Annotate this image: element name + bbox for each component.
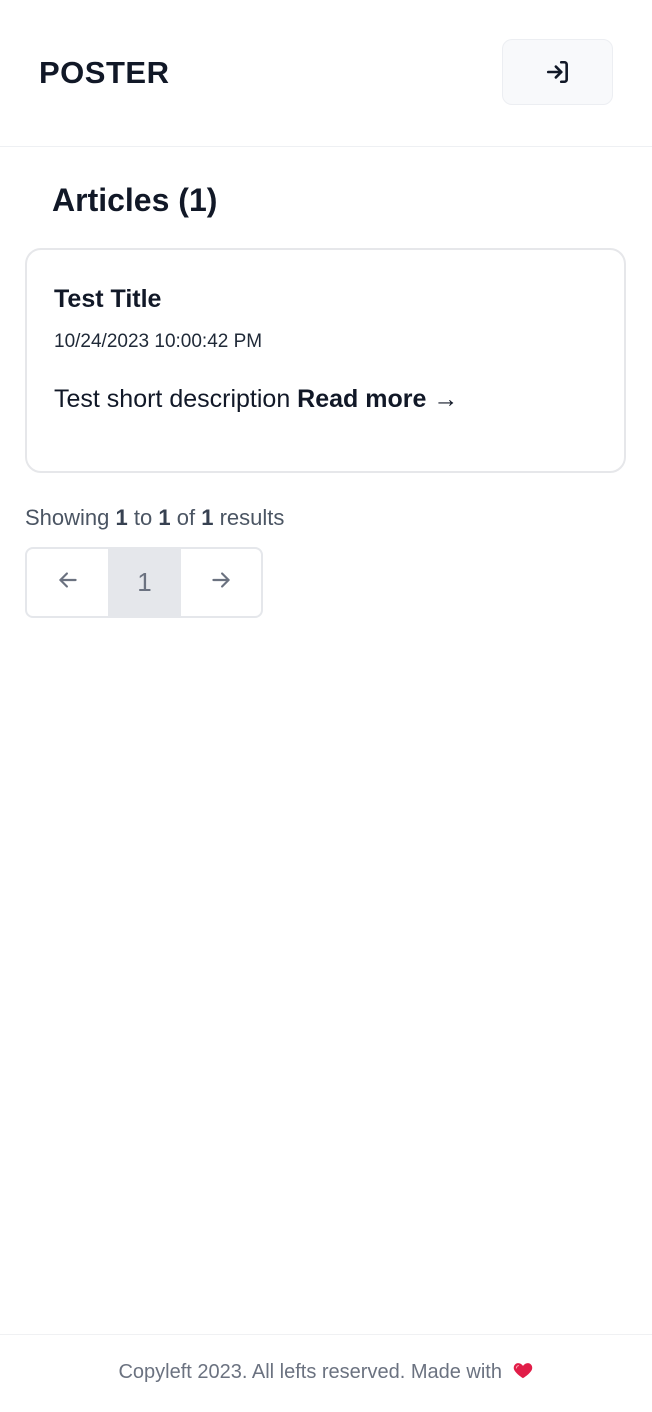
results-to: 1: [158, 505, 171, 530]
footer-text: Copyleft 2023. All lefts reserved. Made …: [118, 1359, 533, 1388]
page-title: Articles (1): [52, 182, 218, 218]
footer: Copyleft 2023. All lefts reserved. Made …: [0, 1334, 652, 1412]
results-from: 1: [115, 505, 128, 530]
footer-copyright: Copyleft 2023. All lefts reserved. Made …: [118, 1361, 502, 1383]
next-page-button[interactable]: [181, 549, 261, 616]
results-of-label: of: [176, 505, 196, 530]
login-icon: [545, 59, 571, 85]
heart-icon: [512, 1359, 534, 1388]
article-date: 10/24/2023 10:00:42 PM: [54, 331, 263, 352]
page: POSTER Articles (1) Test Title 10/24/202…: [0, 0, 652, 1412]
results-label: results: [219, 505, 285, 530]
results-total: 1: [201, 505, 214, 530]
article-card[interactable]: Test Title 10/24/2023 10:00:42 PM Test s…: [25, 248, 626, 473]
article-description: Test short description Read more →: [54, 383, 458, 415]
arrow-left-icon: [55, 567, 81, 598]
previous-page-button[interactable]: [27, 549, 108, 616]
results-to-label: to: [133, 505, 153, 530]
top-header: POSTER: [0, 0, 652, 147]
brand-logo[interactable]: POSTER: [39, 54, 169, 92]
results-summary: Showing 1 to 1 of 1 results: [25, 504, 284, 532]
results-showing-label: Showing: [25, 505, 110, 530]
login-button[interactable]: [502, 39, 613, 105]
arrow-right-icon: [208, 567, 234, 598]
pagination: 1: [25, 547, 263, 618]
page-number-button[interactable]: 1: [108, 549, 181, 616]
read-more-link[interactable]: Read more →: [297, 385, 458, 413]
article-description-text: Test short description: [54, 385, 291, 413]
article-title[interactable]: Test Title: [54, 284, 161, 314]
